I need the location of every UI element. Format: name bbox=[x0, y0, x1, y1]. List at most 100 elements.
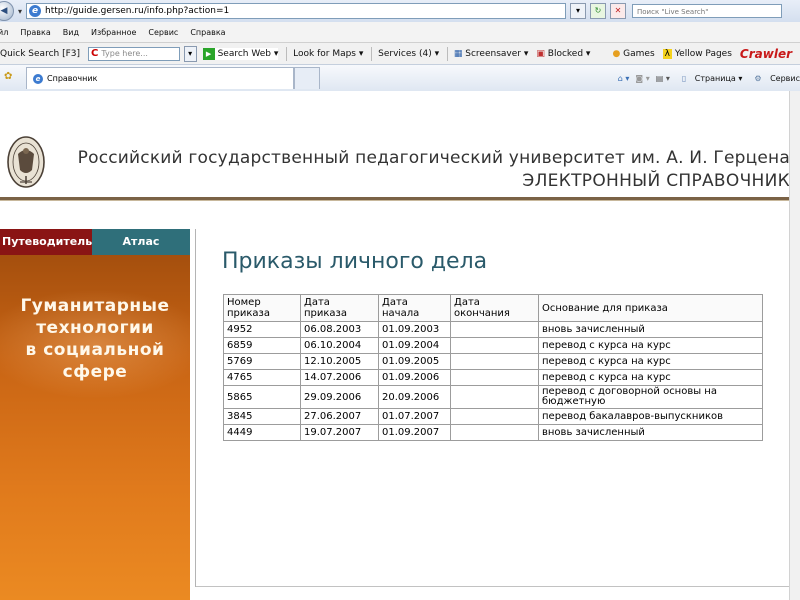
header-line: начала bbox=[382, 308, 420, 319]
search-web-label: Search Web bbox=[217, 49, 271, 59]
col-header-number: Номер приказа bbox=[223, 294, 301, 322]
cell-start-date: 01.09.2006 bbox=[378, 369, 451, 386]
games-icon: ● bbox=[612, 49, 621, 59]
cell-number: 4952 bbox=[223, 321, 301, 338]
quick-search-label[interactable]: Quick Search [F3] bbox=[0, 49, 80, 59]
table-header-row: Номер приказа Дата приказа Дата начала Дата… bbox=[223, 294, 763, 322]
col-header-order-date: Дата приказа bbox=[300, 294, 379, 322]
tab-row: ✿ e Справочник ⌂ ▾ ◙ ▾ ▤ ▾ ▯ Страница ▾ … bbox=[0, 64, 800, 91]
tools-menu[interactable]: ⚙ Сервис bbox=[748, 74, 800, 83]
header-line: Дата bbox=[454, 297, 480, 308]
cell-basis: перевод с курса на курс bbox=[538, 353, 763, 370]
cell-basis: вновь зачисленный bbox=[538, 321, 763, 338]
back-arrow-icon: ◀ bbox=[0, 6, 8, 16]
cell-basis: перевод с курса на курс bbox=[538, 337, 763, 354]
tab-title: Справочник bbox=[47, 74, 98, 83]
col-header-end-date: Дата окончания bbox=[450, 294, 539, 322]
cell-basis: перевод бакалавров-выпускников bbox=[538, 408, 763, 425]
col-header-start-date: Дата начала bbox=[378, 294, 451, 322]
cell-end-date bbox=[450, 353, 539, 370]
vertical-scrollbar[interactable] bbox=[789, 91, 800, 600]
screensaver-label: Screensaver bbox=[465, 49, 521, 59]
table-row: 3845 27.06.2007 01.07.2007 перевод бакал… bbox=[223, 408, 763, 425]
cell-start-date: 01.07.2007 bbox=[378, 408, 451, 425]
menu-view[interactable]: Вид bbox=[63, 28, 79, 37]
tab-atlas[interactable]: Атлас bbox=[92, 229, 190, 255]
university-crest-icon bbox=[7, 136, 45, 188]
table-row: 4765 14.07.2006 01.09.2006 перевод с кур… bbox=[223, 369, 763, 386]
type-here-input[interactable]: C Type here... bbox=[88, 47, 180, 61]
address-dropdown-icon[interactable]: ▾ bbox=[570, 3, 587, 19]
university-name: Российский государственный педагогически… bbox=[77, 148, 790, 168]
cell-end-date bbox=[450, 424, 539, 441]
tools-menu-label: Сервис bbox=[770, 73, 800, 83]
sidebar-banner: Путеводитель Атлас Гуманитарные технолог… bbox=[0, 229, 190, 600]
cell-order-date: 06.08.2003 bbox=[300, 321, 379, 338]
menu-file[interactable]: йл bbox=[0, 28, 8, 37]
search-web-button[interactable]: ▶ Search Web ▾ bbox=[202, 48, 279, 60]
services-button[interactable]: Services (4) ▾ bbox=[378, 49, 439, 59]
blocked-icon: ▣ bbox=[536, 49, 545, 59]
cell-start-date: 01.09.2004 bbox=[378, 337, 451, 354]
caption-line: в социальной bbox=[25, 340, 165, 360]
command-bar: ⌂ ▾ ◙ ▾ ▤ ▾ ▯ Страница ▾ ⚙ Сервис bbox=[612, 74, 800, 83]
menu-edit[interactable]: Правка bbox=[20, 28, 50, 37]
address-bar[interactable]: e http://guide.gersen.ru/info.php?action… bbox=[26, 3, 567, 19]
menu-favorites[interactable]: Избранное bbox=[91, 28, 136, 37]
cell-order-date: 06.10.2004 bbox=[300, 337, 379, 354]
yellow-pages-label: Yellow Pages bbox=[674, 49, 732, 59]
yellow-pages-button[interactable]: λ Yellow Pages bbox=[662, 49, 732, 59]
reference-title: ЭЛЕКТРОННЫЙ СПРАВОЧНИК bbox=[522, 171, 790, 191]
look-for-maps-button[interactable]: Look for Maps ▾ bbox=[293, 49, 363, 59]
cell-order-date: 29.09.2006 bbox=[300, 385, 379, 409]
screensaver-button[interactable]: ▦ Screensaver ▾ bbox=[454, 49, 529, 59]
cell-number: 4449 bbox=[223, 424, 301, 441]
caption-line: технологии bbox=[36, 318, 154, 338]
feeds-icon[interactable]: ◙ ▾ bbox=[635, 74, 649, 83]
menu-help[interactable]: Справка bbox=[190, 28, 225, 37]
history-dropdown-icon[interactable]: ▾ bbox=[18, 7, 22, 16]
cell-number: 5769 bbox=[223, 353, 301, 370]
live-search-input[interactable]: Поиск "Live Search" bbox=[632, 4, 783, 18]
ie-page-icon: e bbox=[29, 5, 42, 17]
header-line: окончания bbox=[454, 308, 510, 319]
page-menu[interactable]: ▯ Страница ▾ bbox=[676, 74, 743, 83]
cell-number: 3845 bbox=[223, 408, 301, 425]
refresh-icon[interactable]: ↻ bbox=[590, 3, 607, 19]
cell-start-date: 20.09.2006 bbox=[378, 385, 451, 409]
page-title: Приказы личного дела bbox=[222, 249, 488, 274]
favorites-star-icon[interactable]: ✿ bbox=[4, 71, 12, 82]
caption-line: сфере bbox=[62, 362, 128, 382]
crawler-c-icon: C bbox=[91, 48, 99, 59]
games-button[interactable]: ● Games bbox=[612, 49, 654, 59]
tab-guide[interactable]: Путеводитель bbox=[0, 229, 92, 255]
cell-basis: вновь зачисленный bbox=[538, 424, 763, 441]
services-label: Services (4) bbox=[378, 49, 432, 59]
table-row: 5865 29.09.2006 20.09.2006 перевод с дог… bbox=[223, 385, 763, 409]
cell-end-date bbox=[450, 385, 539, 409]
sidebar-caption: Гуманитарные технологии в социальной сфе… bbox=[0, 295, 190, 383]
address-url: http://guide.gersen.ru/info.php?action=1 bbox=[45, 6, 230, 16]
new-tab-button[interactable] bbox=[294, 67, 320, 89]
blocked-button[interactable]: ▣ Blocked ▾ bbox=[536, 49, 590, 59]
cell-start-date: 01.09.2007 bbox=[378, 424, 451, 441]
cell-end-date bbox=[450, 369, 539, 386]
back-button[interactable]: ◀ bbox=[0, 1, 14, 21]
cell-order-date: 19.07.2007 bbox=[300, 424, 379, 441]
print-icon[interactable]: ▤ ▾ bbox=[656, 74, 670, 83]
stop-icon[interactable]: ✕ bbox=[610, 3, 627, 19]
crawler-toolbar: Quick Search [F3] C Type here... ▾ ▶ Searc… bbox=[0, 42, 800, 65]
header-line: Дата bbox=[304, 297, 330, 308]
crawler-logo[interactable]: Crawler bbox=[740, 47, 792, 61]
cell-order-date: 14.07.2006 bbox=[300, 369, 379, 386]
type-here-dropdown-icon[interactable]: ▾ bbox=[183, 46, 197, 62]
tab-reference[interactable]: e Справочник bbox=[26, 67, 294, 89]
cell-order-date: 27.06.2007 bbox=[300, 408, 379, 425]
header-line: Основание для приказа bbox=[542, 302, 668, 314]
table-row: 6859 06.10.2004 01.09.2004 перевод с кур… bbox=[223, 337, 763, 354]
menu-tools[interactable]: Сервис bbox=[148, 28, 178, 37]
header-line: приказа bbox=[304, 308, 347, 319]
toolbar-separator bbox=[286, 47, 288, 61]
home-icon[interactable]: ⌂ ▾ bbox=[618, 74, 630, 83]
table-row: 4952 06.08.2003 01.09.2003 вновь зачисле… bbox=[223, 321, 763, 338]
